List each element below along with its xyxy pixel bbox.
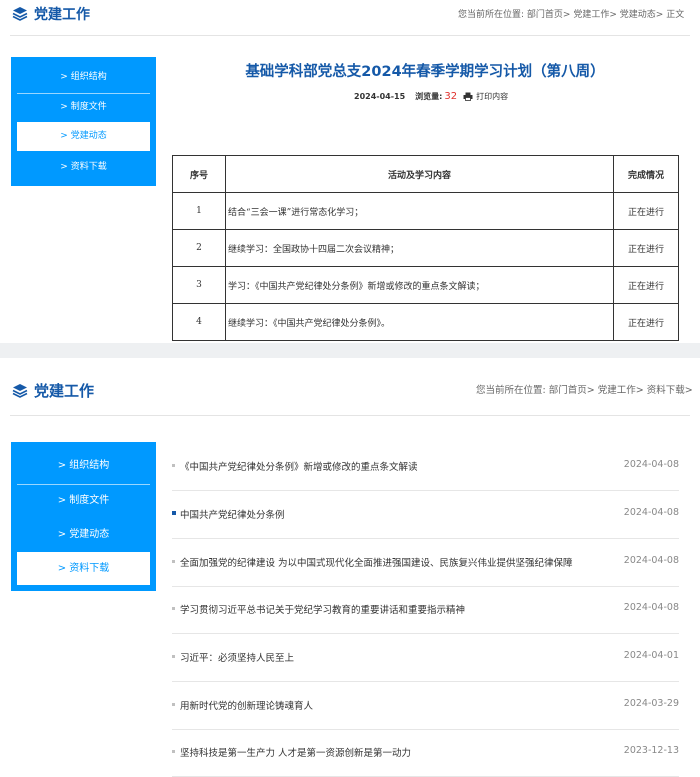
print-link[interactable]: 打印内容: [476, 91, 508, 102]
layers-icon: [12, 7, 28, 21]
column-header-content: 活动及学习内容: [225, 155, 614, 193]
list-bullet: [172, 560, 175, 563]
list-item-title[interactable]: 习近平：必须坚持人民至上: [180, 650, 294, 664]
list-item-date: 2024-04-08: [623, 507, 679, 518]
cell-content: 学习：《中国共产党纪律处分条例》新增或修改的重点条文解读；: [225, 266, 614, 304]
list-item-title[interactable]: 中国共产党纪律处分条例: [180, 507, 285, 521]
list-item-date: 2023-12-13: [623, 745, 679, 756]
list-bullet: [172, 703, 175, 706]
article-meta: 2024-04-15 浏览量: 32 打印内容: [354, 91, 508, 102]
list-item-title[interactable]: 用新时代党的创新理论铸魂育人: [180, 698, 313, 712]
views-label: 浏览量:: [415, 92, 443, 101]
cell-content: 继续学习：《中国共产党纪律处分条例》。: [225, 303, 614, 341]
article-date: 2024-04-15: [354, 92, 406, 101]
breadcrumb-item[interactable]: 党建工作>: [598, 385, 644, 396]
list-item-date: 2024-04-01: [623, 650, 679, 661]
list-item-date: 2024-04-08: [623, 555, 679, 566]
list-item[interactable]: 习近平：必须坚持人民至上 2024-04-01: [172, 634, 679, 682]
cell-status: 正在进行: [613, 192, 679, 230]
cell-content: 结合“三会一课”进行常态化学习；: [225, 192, 614, 230]
list-bullet: [172, 464, 175, 467]
list-item-title[interactable]: 坚持科技是第一生产力 人才是第一资源创新是第一动力: [180, 745, 411, 759]
downloads-panel: 党建工作 您当前所在位置: 部门首页> 党建工作> 资料下载> > 组织结构 >…: [0, 358, 700, 777]
list-bullet: [172, 750, 175, 753]
list-item-title[interactable]: 《中国共产党纪律处分条例》新增或修改的重点条文解读: [180, 459, 418, 473]
cell-status: 正在进行: [613, 303, 679, 341]
list-item[interactable]: 坚持科技是第一生产力 人才是第一资源创新是第一动力 2023-12-13: [172, 729, 679, 777]
article-title: 基础学科部党总支2024年春季学期学习计划（第八周）: [245, 64, 605, 80]
sidebar-item-regulations[interactable]: > 制度文件: [17, 93, 150, 121]
list-item-date: 2024-04-08: [623, 602, 679, 613]
list-item-date: 2024-04-08: [623, 459, 679, 470]
breadcrumb-item[interactable]: 部门首页>: [527, 10, 571, 20]
column-header-status: 完成情况: [613, 155, 679, 193]
sidebar-item-party-news[interactable]: > 党建动态: [17, 518, 150, 551]
list-bullet: [172, 607, 175, 610]
section-title: 党建工作: [34, 382, 95, 400]
cell-status: 正在进行: [613, 266, 679, 304]
breadcrumb-item[interactable]: 部门首页>: [549, 385, 595, 396]
cell-content: 继续学习：全国政协十四届二次会议精神；: [225, 229, 614, 267]
views-count: 32: [444, 91, 458, 102]
column-header-index: 序号: [172, 155, 226, 193]
breadcrumb-item: 正文: [666, 10, 685, 20]
table-row: 4 继续学习：《中国共产党纪律处分条例》。 正在进行: [172, 303, 679, 341]
header-divider: [10, 35, 690, 36]
breadcrumb: 您当前所在位置: 部门首页> 党建工作> 党建动态> 正文: [458, 7, 684, 20]
section-header: 党建工作: [12, 380, 94, 401]
cell-status: 正在进行: [613, 229, 679, 267]
table-row: 2 继续学习：全国政协十四届二次会议精神； 正在进行: [172, 229, 679, 267]
sidebar-item-downloads[interactable]: > 资料下载: [17, 552, 150, 585]
breadcrumb: 您当前所在位置: 部门首页> 党建工作> 资料下载>: [476, 382, 693, 396]
panel-divider: [0, 343, 700, 358]
cell-index: 3: [172, 266, 226, 304]
list-item[interactable]: 《中国共产党纪律处分条例》新增或修改的重点条文解读 2024-04-08: [172, 443, 679, 491]
table-row: 1 结合“三会一课”进行常态化学习； 正在进行: [172, 192, 679, 230]
printer-icon[interactable]: [463, 92, 473, 101]
list-item[interactable]: 全面加强党的纪律建设 为以中国式现代化全面推进强国建设、民族复兴伟业提供坚强纪律…: [172, 539, 679, 587]
sidebar-item-regulations[interactable]: > 制度文件: [17, 484, 150, 517]
breadcrumb-prefix: 您当前所在位置:: [458, 10, 525, 20]
breadcrumb-item[interactable]: 党建工作>: [573, 10, 617, 20]
list-item-date: 2024-03-29: [623, 698, 679, 709]
list-item-title[interactable]: 学习贯彻习近平总书记关于党纪学习教育的重要讲话和重要指示精神: [180, 602, 465, 616]
article-panel: 党建工作 您当前所在位置: 部门首页> 党建工作> 党建动态> 正文 > 组织结…: [0, 0, 700, 343]
sidebar-item-party-news[interactable]: > 党建动态: [17, 122, 150, 151]
sidebar-item-org-structure[interactable]: > 组织结构: [17, 63, 150, 91]
sidebar-nav: > 组织结构 > 制度文件 > 党建动态 > 资料下载: [11, 442, 156, 591]
layers-icon: [12, 383, 28, 398]
cell-index: 4: [172, 303, 226, 341]
breadcrumb-item[interactable]: 资料下载>: [647, 385, 693, 396]
table-header-row: 序号 活动及学习内容 完成情况: [172, 155, 679, 193]
sidebar-nav: > 组织结构 > 制度文件 > 党建动态 > 资料下载: [11, 57, 156, 186]
study-plan-table: 序号 活动及学习内容 完成情况 1 结合“三会一课”进行常态化学习； 正在进行 …: [172, 155, 679, 341]
list-bullet: [172, 511, 176, 515]
section-title: 党建工作: [34, 7, 90, 23]
list-item[interactable]: 学习贯彻习近平总书记关于党纪学习教育的重要讲话和重要指示精神 2024-04-0…: [172, 586, 679, 634]
sidebar-item-downloads[interactable]: > 资料下载: [17, 153, 150, 181]
section-header: 党建工作: [12, 4, 90, 24]
header-divider: [10, 415, 690, 416]
sidebar-item-org-structure[interactable]: > 组织结构: [17, 450, 150, 482]
table-row: 3 学习：《中国共产党纪律处分条例》新增或修改的重点条文解读； 正在进行: [172, 266, 679, 304]
breadcrumb-item[interactable]: 党建动态>: [620, 10, 664, 20]
list-item[interactable]: 用新时代党的创新理论铸魂育人 2024-03-29: [172, 682, 679, 730]
breadcrumb-prefix: 您当前所在位置:: [476, 385, 546, 396]
list-item[interactable]: 中国共产党纪律处分条例 2024-04-08: [172, 491, 679, 539]
list-item-title[interactable]: 全面加强党的纪律建设 为以中国式现代化全面推进强国建设、民族复兴伟业提供坚强纪律…: [180, 555, 573, 569]
cell-index: 2: [172, 229, 226, 267]
list-bullet: [172, 655, 175, 658]
cell-index: 1: [172, 192, 226, 230]
